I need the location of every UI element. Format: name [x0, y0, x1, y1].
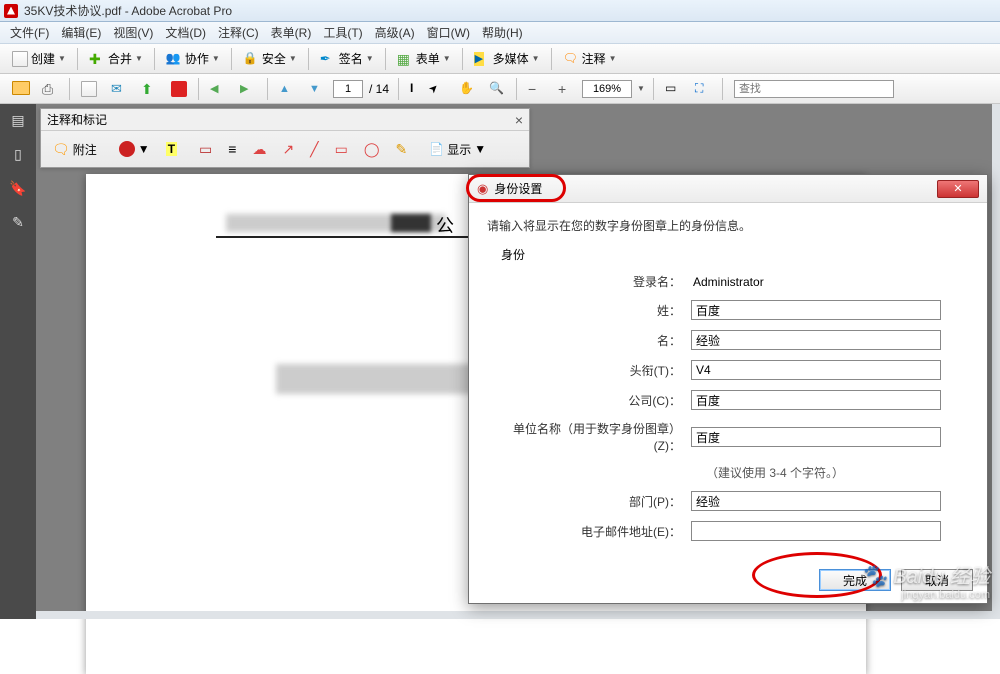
combine-button[interactable]: 合并▼ [83, 48, 149, 69]
orgname-label: 单位名称（用于数字身份图章）(Z)： [501, 420, 691, 454]
redacted-text-2 [276, 364, 476, 394]
signature-panel-icon[interactable]: ✎ [8, 212, 28, 232]
comments-button[interactable]: 注释▼ [557, 48, 623, 69]
rectangle-tool[interactable] [330, 138, 353, 161]
email-label: 电子邮件地址(E)： [501, 523, 691, 540]
sticky-note-tool[interactable]: 附注 [47, 138, 102, 161]
dept-input[interactable] [691, 491, 941, 511]
login-label: 登录名： [501, 273, 691, 290]
menu-advanced[interactable]: 高级(A) [369, 24, 421, 41]
select-tool[interactable] [404, 79, 451, 99]
vertical-scrollbar[interactable] [992, 104, 1000, 619]
login-value: Administrator [691, 275, 764, 289]
side-navigation-rail: ▤ ▯ 🔖 ✎ [0, 104, 36, 619]
print-button[interactable] [36, 79, 64, 99]
surname-input[interactable] [691, 300, 941, 320]
pages-panel-icon[interactable]: ▤ [8, 110, 28, 130]
prev-view-button[interactable] [204, 79, 232, 99]
menu-window[interactable]: 窗口(W) [421, 24, 476, 41]
company-label: 公司(C)： [501, 392, 691, 409]
next-view-button[interactable] [234, 79, 262, 99]
menu-tools[interactable]: 工具(T) [317, 24, 368, 41]
page-number-input[interactable] [333, 80, 363, 98]
line-tool[interactable] [305, 138, 323, 161]
comment-markup-panel: 注释和标记 × 附注 ▼ 显示▼ [40, 108, 530, 168]
menu-view[interactable]: 视图(V) [107, 24, 159, 41]
zoom-level-input[interactable] [582, 80, 632, 98]
pdf-icon[interactable] [165, 79, 193, 99]
name-input[interactable] [691, 330, 941, 350]
toolbar-main: 创建▼ 合并▼ 协作▼ 安全▼ 签名▼ 表单▼ 多媒体▼ 注释▼ [0, 44, 1000, 74]
title-input[interactable] [691, 360, 941, 380]
email-button[interactable] [105, 79, 133, 99]
zoom-tool[interactable] [483, 79, 511, 99]
window-title: 35KV技术协议.pdf - Adobe Acrobat Pro [24, 2, 232, 19]
page-down-button[interactable] [303, 79, 331, 99]
horizontal-scrollbar[interactable] [36, 611, 1000, 619]
orgname-input[interactable] [691, 427, 941, 447]
page-up-button[interactable] [273, 79, 301, 99]
doc-icon[interactable] [75, 79, 103, 99]
forms-button[interactable]: 表单▼ [391, 48, 457, 69]
identity-group-label: 身份 [501, 246, 969, 263]
upload-button[interactable] [135, 79, 163, 99]
multimedia-button[interactable]: 多媒体▼ [468, 48, 546, 69]
search-input[interactable] [734, 80, 894, 98]
dialog-title: 身份设置 [494, 180, 542, 197]
toolbar-file-nav: / 14 ▼ [0, 74, 1000, 104]
window-title-bar: 35KV技术协议.pdf - Adobe Acrobat Pro [0, 0, 1000, 22]
menu-edit[interactable]: 编辑(E) [55, 24, 107, 41]
callout-tool[interactable] [194, 138, 217, 161]
create-button[interactable]: 创建▼ [6, 48, 72, 69]
cancel-button[interactable]: 取消 [901, 569, 973, 591]
secure-button[interactable]: 安全▼ [237, 48, 303, 69]
sign-button[interactable]: 签名▼ [314, 48, 380, 69]
page-total: / 14 [365, 82, 393, 96]
identity-icon: ◉ [477, 181, 488, 197]
comment-panel-title: 注释和标记 [47, 111, 107, 128]
email-input[interactable] [691, 521, 941, 541]
doc-title-fragment [391, 214, 431, 232]
title-underline [216, 236, 486, 238]
cloud-tool[interactable] [247, 138, 271, 161]
highlight-tool[interactable] [161, 139, 182, 159]
orgname-hint: （建议使用 3-4 个字符。） [501, 464, 969, 481]
menu-comment[interactable]: 注释(C) [212, 24, 265, 41]
pencil-tool[interactable] [391, 138, 413, 161]
arrow-tool[interactable] [277, 138, 299, 161]
menu-bar: 文件(F) 编辑(E) 视图(V) 文档(D) 注释(C) 表单(R) 工具(T… [0, 22, 1000, 44]
surname-label: 姓： [501, 302, 691, 319]
collaborate-button[interactable]: 协作▼ [160, 48, 226, 69]
identity-settings-dialog: ◉ 身份设置 ✕ 请输入将显示在您的数字身份图章上的身份信息。 身份 登录名： … [468, 174, 988, 604]
dialog-title-bar: ◉ 身份设置 ✕ [469, 175, 987, 203]
doc-visible-char: 公 [436, 212, 454, 238]
dept-label: 部门(P)： [501, 493, 691, 510]
zoom-in-button[interactable] [552, 79, 580, 99]
menu-help[interactable]: 帮助(H) [476, 24, 529, 41]
menu-document[interactable]: 文档(D) [159, 24, 212, 41]
dialog-instruction: 请输入将显示在您的数字身份图章上的身份信息。 [487, 217, 969, 234]
menu-file[interactable]: 文件(F) [4, 24, 55, 41]
ribbon-panel-icon[interactable]: 🔖 [8, 178, 28, 198]
fullscreen-button[interactable] [689, 79, 717, 99]
close-icon[interactable]: × [515, 112, 523, 128]
complete-button[interactable]: 完成 [819, 569, 891, 591]
title-label: 头衔(T)： [501, 362, 691, 379]
show-menu[interactable]: 显示▼ [424, 138, 491, 161]
textbox-tool[interactable] [223, 138, 241, 160]
menu-form[interactable]: 表单(R) [265, 24, 318, 41]
dialog-close-button[interactable]: ✕ [937, 180, 979, 198]
company-input[interactable] [691, 390, 941, 410]
name-label: 名： [501, 332, 691, 349]
open-button[interactable] [6, 79, 34, 99]
zoom-out-button[interactable] [522, 79, 550, 99]
acrobat-icon [4, 4, 18, 18]
fit-button[interactable] [659, 79, 687, 99]
hand-tool[interactable] [453, 79, 481, 99]
oval-tool[interactable] [359, 138, 385, 161]
stamp-tool[interactable]: ▼ [114, 138, 155, 160]
bookmarks-panel-icon[interactable]: ▯ [8, 144, 28, 164]
